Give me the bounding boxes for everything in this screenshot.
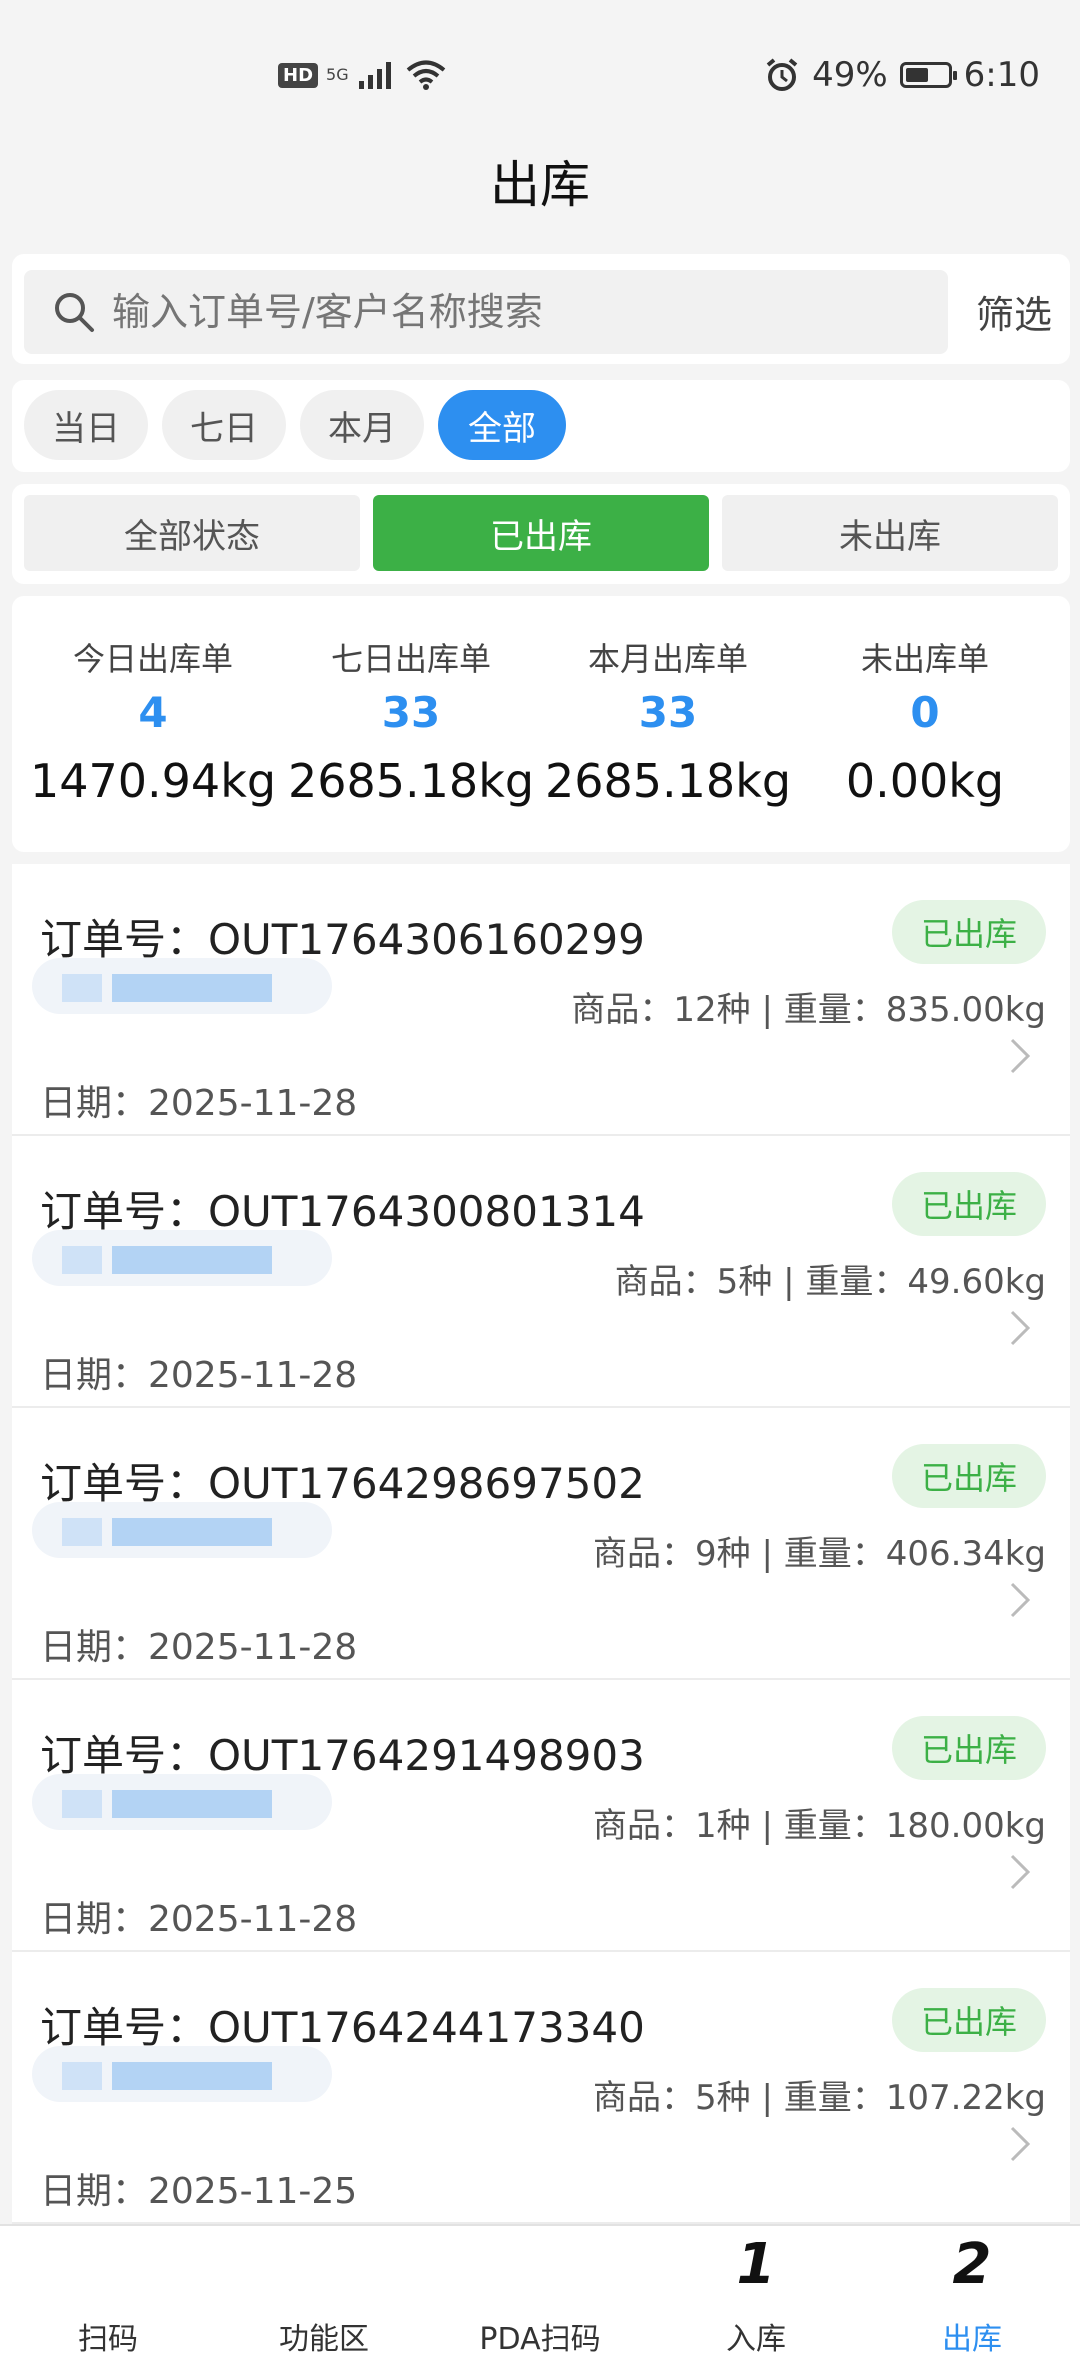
order-date: 日期：2025-11-28 [40,1627,358,1668]
customer-name-blurred [32,1762,332,1842]
status-filter-tabs: 全部状态 已出库 未出库 [12,484,1070,584]
tab-all-status[interactable]: 全部状态 [24,495,360,571]
nav-pda-scan[interactable]: PDA扫码 [432,2226,648,2378]
battery-percent: 49% [812,55,888,95]
wifi-icon [406,60,445,90]
tab-today[interactable]: 当日 [24,390,148,460]
order-card[interactable]: 订单号：OUT1764306160299 已出库 商品：12种 | 重量：835… [12,864,1070,1136]
stat-label: 七日出库单 [330,640,491,678]
stat-weight: 2685.18kg [544,754,792,808]
nav-inbound[interactable]: 1 入库 [648,2226,864,2378]
page-title: 出库 [490,156,590,214]
tab-this-month[interactable]: 本月 [300,390,424,460]
nav-label: 出库 [942,2322,1002,2357]
stat-label: 未出库单 [860,640,989,678]
status-badge: 已出库 [892,1988,1046,2052]
nav-number-icon: 2 [952,2232,992,2297]
date-filter-tabs: 当日 七日 本月 全部 [12,380,1070,472]
order-card[interactable]: 订单号：OUT1764300801314 已出库 商品：5种 | 重量：49.6… [12,1136,1070,1408]
nav-functions[interactable]: 功能区 [216,2226,432,2378]
tab-all[interactable]: 全部 [438,390,566,460]
customer-name-blurred [32,2034,332,2114]
clock: 6:10 [963,55,1040,95]
nav-label: 功能区 [279,2322,369,2357]
status-bar: HD 5G 49% 6:10 [0,0,1080,150]
filter-button[interactable]: 筛选 [976,284,1052,339]
stat-label: 今日出库单 [72,640,233,678]
order-card[interactable]: 订单号：OUT1764244173340 已出库 商品：5种 | 重量：107.… [12,1952,1070,2224]
status-badge: 已出库 [892,1444,1046,1508]
stat-weight: 0.00kg [845,754,1005,808]
stat-weight: 1470.94kg [29,754,277,808]
order-date: 日期：2025-11-25 [40,2171,358,2212]
order-date: 日期：2025-11-28 [40,1899,358,1940]
nav-number-icon: 1 [736,2232,776,2297]
customer-name-blurred [32,1218,332,1298]
order-summary: 商品：5种 | 重量：49.60kg [614,1262,1046,1302]
nav-scan[interactable]: 扫码 [0,2226,216,2378]
order-summary: 商品：9种 | 重量：406.34kg [593,1534,1046,1574]
stats-panel: 今日出库单 4 1470.94kg 七日出库单 33 2685.18kg 本月出… [12,596,1070,852]
stat-label: 本月出库单 [587,640,748,678]
chevron-right-icon [1010,1038,1031,1074]
tab-not-shipped[interactable]: 未出库 [722,495,1058,571]
order-card[interactable]: 订单号：OUT1764291498903 已出库 商品：1种 | 重量：180.… [12,1680,1070,1952]
tab-shipped[interactable]: 已出库 [373,495,709,571]
stat-count: 33 [381,688,441,737]
chevron-right-icon [1010,2126,1031,2162]
search-bar: 筛选 [12,254,1070,364]
tab-seven-days[interactable]: 七日 [162,390,286,460]
stat-weight: 2685.18kg [287,754,535,808]
status-badge: 已出库 [892,900,1046,964]
search-box[interactable] [24,270,948,354]
status-badge: 已出库 [892,1716,1046,1780]
chevron-right-icon [1010,1582,1031,1618]
order-summary: 商品：1种 | 重量：180.00kg [593,1806,1046,1846]
order-card[interactable]: 订单号：OUT1764298697502 已出库 商品：9种 | 重量：406.… [12,1408,1070,1680]
stat-count: 0 [910,688,940,737]
bottom-nav: 扫码 功能区 PDA扫码 1 入库 2 出库 [0,2224,1080,2378]
status-badge: 已出库 [892,1172,1046,1236]
network-type: 5G [326,65,349,84]
battery-icon [899,62,957,88]
stat-count: 33 [638,688,698,737]
order-date: 日期：2025-11-28 [40,1355,358,1396]
order-date: 日期：2025-11-28 [40,1083,358,1124]
search-icon [55,293,94,332]
signal-icon [358,62,391,89]
alarm-icon [766,58,798,91]
order-summary: 商品：12种 | 重量：835.00kg [571,990,1046,1030]
chevron-right-icon [1010,1854,1031,1890]
stat-count: 4 [138,688,168,737]
nav-outbound[interactable]: 2 出库 [864,2226,1080,2378]
customer-name-blurred [32,1490,332,1570]
chevron-right-icon [1010,1310,1031,1346]
search-input[interactable] [110,289,914,335]
nav-label: 入库 [726,2322,786,2357]
nav-label: PDA扫码 [479,2322,601,2357]
customer-name-blurred [32,946,332,1026]
order-summary: 商品：5种 | 重量：107.22kg [593,2078,1046,2118]
nav-label: 扫码 [78,2322,138,2357]
hd-icon: HD [278,62,319,88]
